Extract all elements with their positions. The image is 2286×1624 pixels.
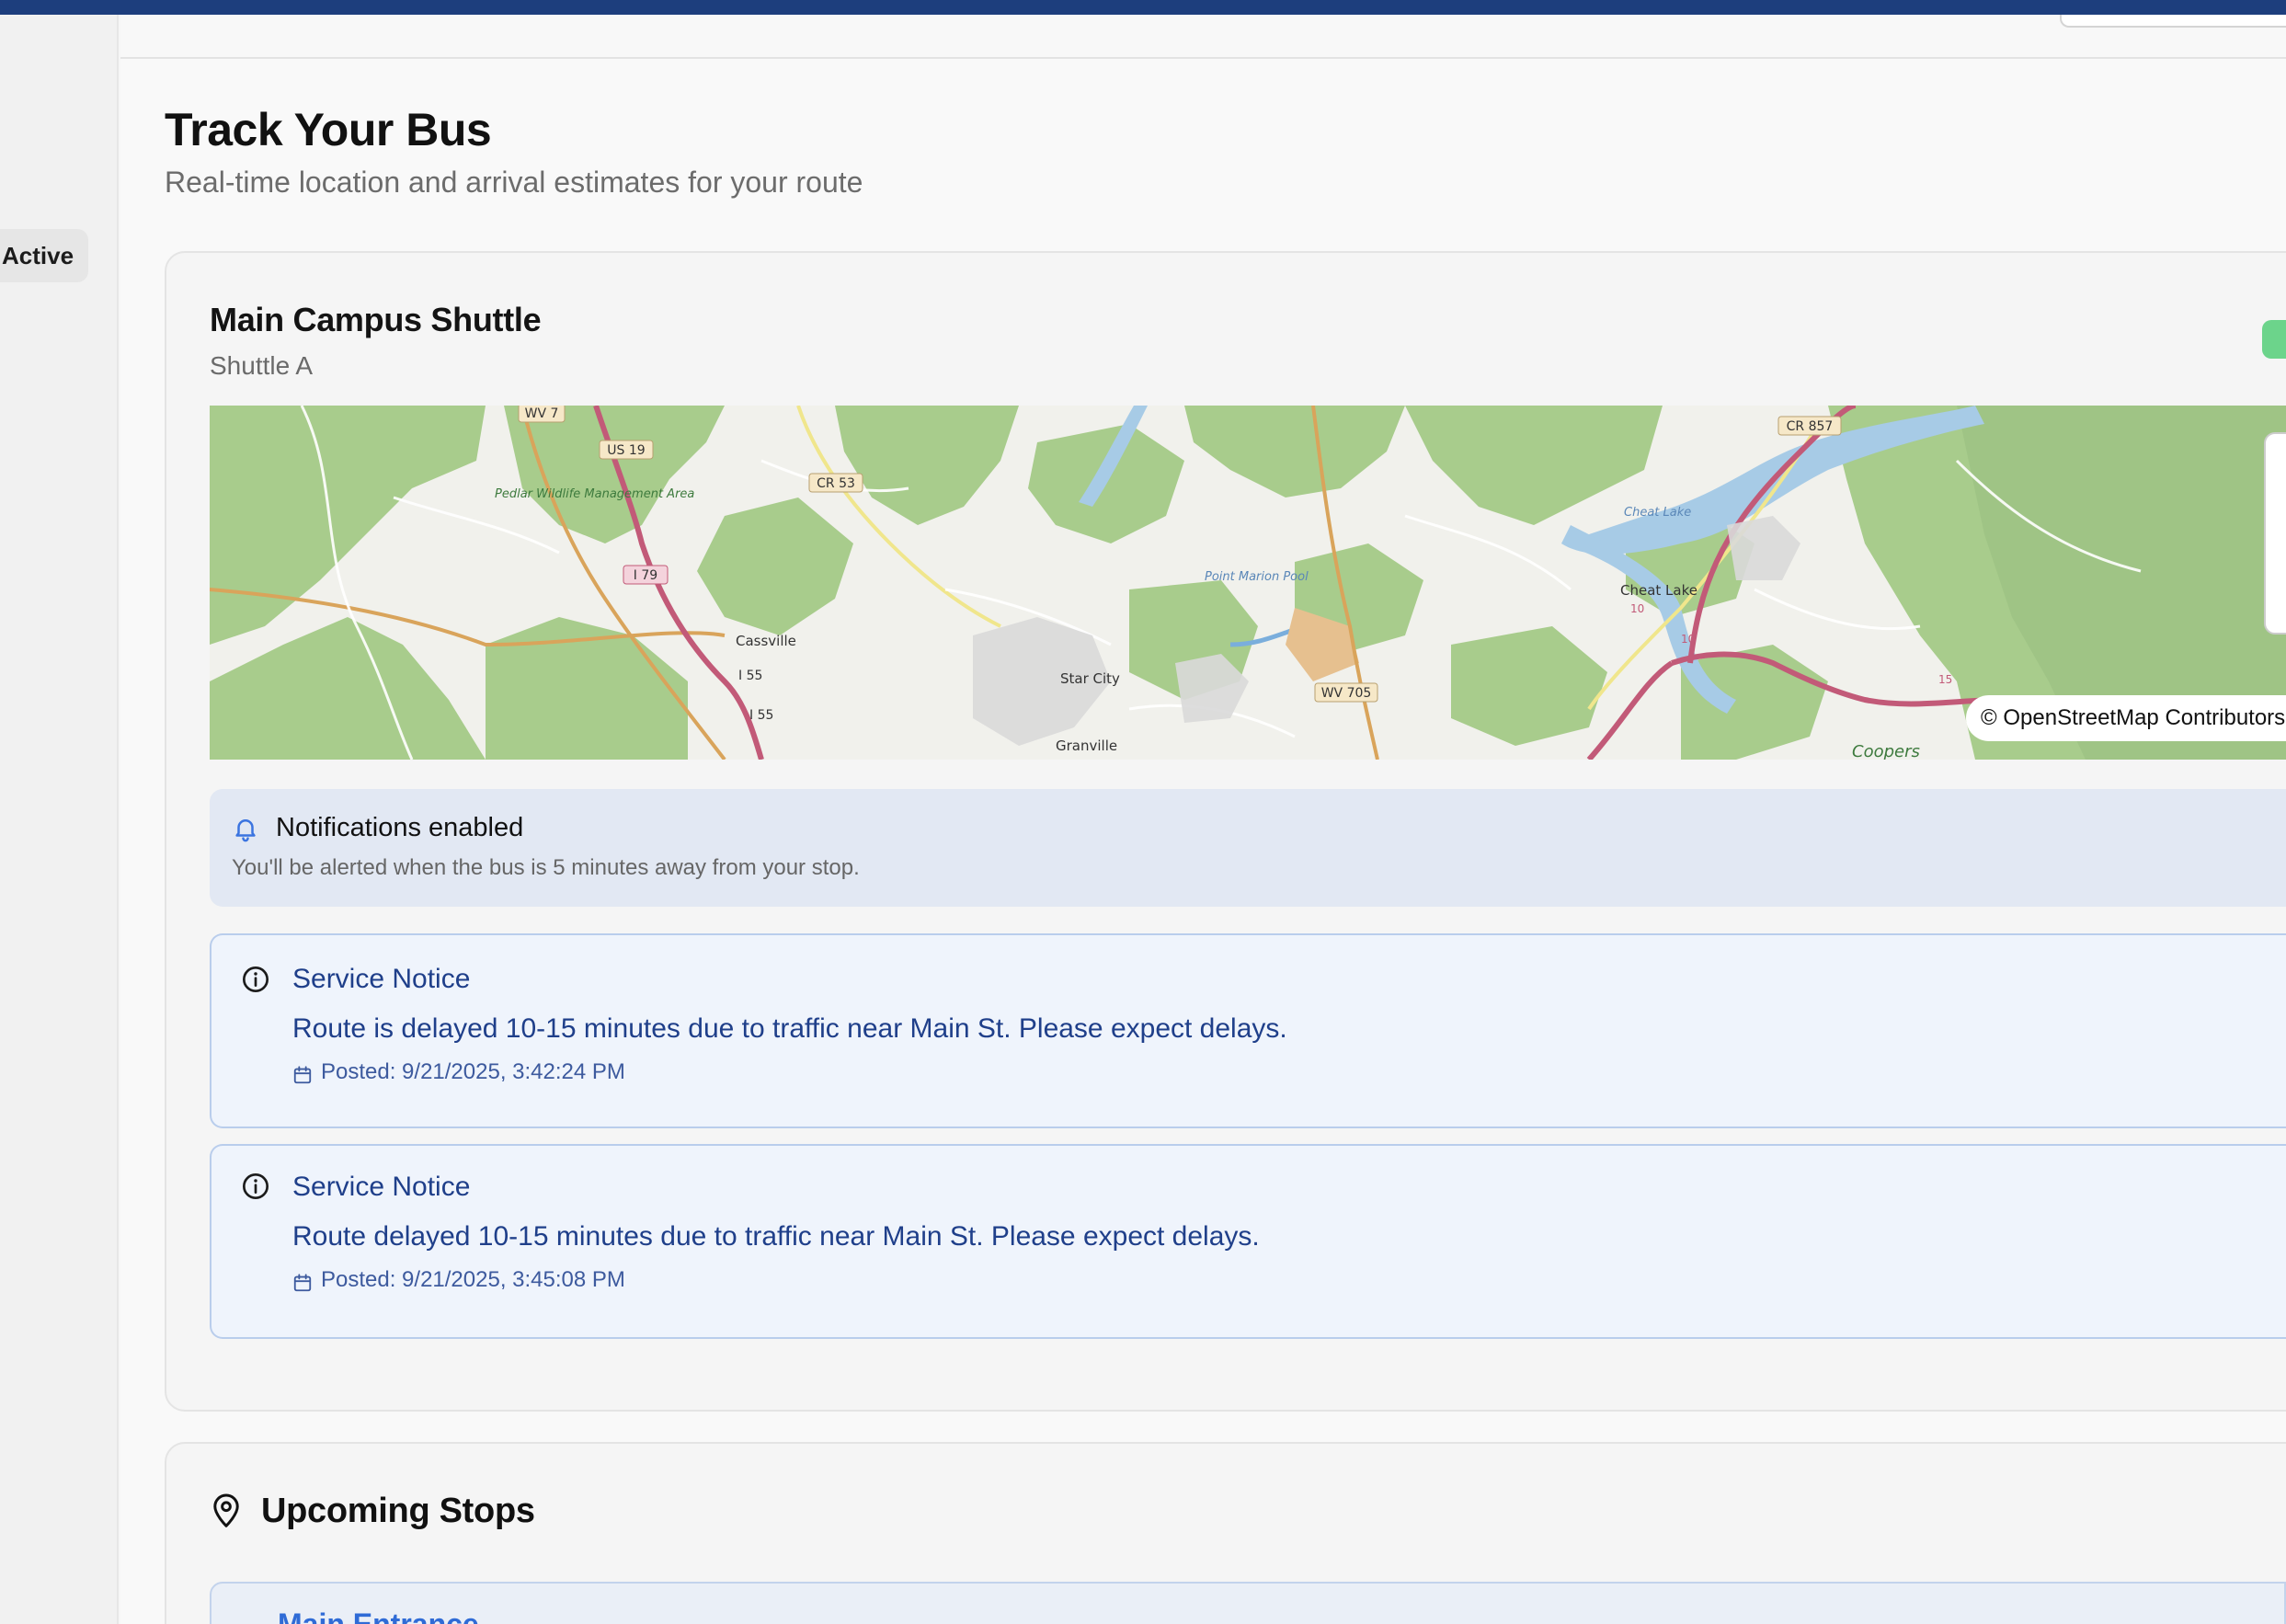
map-label-route-10-b: 10: [1681, 633, 1695, 646]
map-label-wv7: WV 7: [518, 406, 566, 423]
map-label-us19: US 19: [599, 440, 654, 460]
notification-title: Notifications enabled: [276, 813, 524, 842]
info-icon: [243, 1173, 269, 1199]
info-icon: [243, 966, 269, 992]
page-title: Track Your Bus: [165, 104, 492, 155]
map-label-cheat-lake: Cheat Lake: [1620, 582, 1697, 599]
map-label-star-city: Star City: [1060, 670, 1120, 687]
map-zoom-control[interactable]: [2264, 432, 2286, 635]
map-label-i55-b: I 55: [749, 708, 773, 723]
svg-text:I 79: I 79: [634, 568, 657, 583]
map-label-granville: Granville: [1056, 738, 1117, 754]
map-label-pool: Point Marion Pool: [1205, 570, 1309, 584]
route-subtitle: Shuttle A: [210, 351, 314, 380]
calendar-icon: [293, 1066, 312, 1084]
route-title: Main Campus Shuttle: [210, 301, 542, 338]
header-action-button[interactable]: [2060, 15, 2286, 28]
map-label-pedlar: Pedlar Wildlife Management Area: [495, 487, 694, 501]
notification-banner: [210, 789, 2286, 907]
map-label-cr857: CR 857: [1777, 416, 1842, 436]
service-notice-text: Route is delayed 10-15 minutes due to tr…: [292, 1013, 1287, 1044]
sidebar: Active: [0, 15, 119, 1624]
map-label-cr53: CR 53: [808, 473, 863, 493]
svg-text:WV 7: WV 7: [525, 406, 559, 421]
sidebar-status-badge[interactable]: Active: [0, 229, 88, 282]
map-label-wv705: WV 705: [1314, 682, 1378, 703]
route-status-badge: [2262, 320, 2286, 359]
top-app-bar: [0, 0, 2286, 15]
notification-text: You'll be alerted when the bus is 5 minu…: [232, 855, 860, 880]
service-notice-text: Route delayed 10-15 minutes due to traff…: [292, 1221, 1260, 1252]
svg-text:WV 705: WV 705: [1321, 686, 1372, 701]
service-notice-posted: Posted: 9/21/2025, 3:42:24 PM: [321, 1059, 625, 1084]
page-subtitle: Real-time location and arrival estimates…: [165, 166, 863, 199]
svg-text:CR 857: CR 857: [1787, 419, 1834, 434]
svg-text:CR 53: CR 53: [817, 476, 855, 491]
map-label-coopers: Coopers: [1852, 742, 1920, 760]
map-label-route-15: 15: [1938, 673, 1952, 686]
upcoming-stops-title: Upcoming Stops: [261, 1492, 535, 1530]
map-label-i55-a: I 55: [738, 669, 762, 683]
map-pin-icon: [213, 1493, 239, 1527]
stop-list-item[interactable]: [210, 1582, 2286, 1624]
calendar-icon: [293, 1274, 312, 1292]
map-label-cassville: Cassville: [736, 633, 796, 649]
map-label-i79: I 79: [623, 565, 669, 585]
map-label-route-10-a: 10: [1630, 602, 1644, 615]
service-notice-posted: Posted: 9/21/2025, 3:45:08 PM: [321, 1267, 625, 1292]
map-label-cheat-lake-water: Cheat Lake: [1624, 506, 1691, 520]
bell-icon: [235, 819, 256, 842]
service-notice-title: Service Notice: [292, 964, 471, 994]
header-bar: [120, 15, 2286, 59]
svg-text:US 19: US 19: [607, 443, 645, 458]
service-notice-title: Service Notice: [292, 1172, 471, 1202]
map-attribution[interactable]: © OpenStreetMap Contributors: [1966, 695, 2286, 741]
stop-name: Main Entrance: [278, 1607, 479, 1624]
